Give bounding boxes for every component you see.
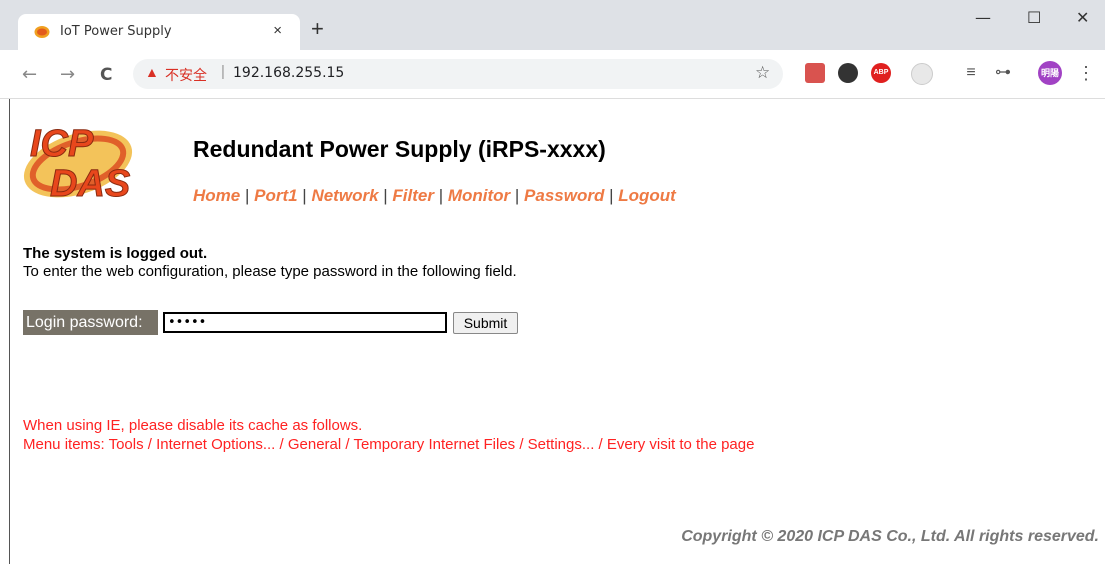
- logout-status: The system is logged out.: [23, 245, 208, 262]
- warning-triangle-icon[interactable]: ▲: [145, 64, 159, 80]
- ie-note-line1: When using IE, please disable its cache …: [23, 417, 363, 434]
- menu-password-link[interactable]: Password: [524, 186, 604, 205]
- screenshot-extension-icon[interactable]: [911, 63, 933, 85]
- close-window-icon[interactable]: ✕: [1076, 8, 1089, 27]
- browser-toolbar: ← → C ▲ 不安全 | 192.168.255.15 ☆ ABP ≡ ⊶ 明…: [0, 50, 1105, 99]
- bookmark-star-icon[interactable]: ☆: [755, 63, 770, 83]
- browser-tab-bar: IoT Power Supply × + — ☐ ✕: [0, 0, 1105, 50]
- reload-icon[interactable]: C: [100, 65, 112, 85]
- page-title: Redundant Power Supply (iRPS-xxxx): [193, 136, 606, 162]
- omnibox-separator: |: [221, 63, 225, 80]
- ie-cache-note: When using IE, please disable its cache …: [23, 416, 754, 454]
- icpdas-favicon-icon: [34, 26, 50, 38]
- menu-network-link[interactable]: Network: [311, 186, 378, 205]
- key-icon[interactable]: ⊶: [993, 63, 1013, 83]
- address-bar[interactable]: ▲ 不安全 | 192.168.255.15 ☆: [133, 59, 783, 89]
- security-warning[interactable]: 不安全: [165, 65, 207, 85]
- submit-button[interactable]: Submit: [453, 312, 518, 334]
- menu-dots-icon[interactable]: ⋮: [1076, 63, 1096, 83]
- adblock-plus-icon[interactable]: ABP: [871, 63, 891, 83]
- menu-home-link[interactable]: Home: [193, 186, 240, 205]
- logo-text-das: DAS: [50, 163, 130, 205]
- page-border: [9, 99, 10, 564]
- pdf-extension-icon[interactable]: [805, 63, 825, 83]
- icpdas-logo: ICP DAS: [23, 123, 133, 206]
- forward-icon[interactable]: →: [60, 64, 75, 85]
- reading-list-icon[interactable]: ≡: [961, 63, 981, 83]
- main-menu: Home | Port1 | Network | Filter | Monito…: [193, 186, 676, 206]
- menu-separator: |: [240, 186, 255, 205]
- menu-logout-link[interactable]: Logout: [618, 186, 676, 205]
- menu-separator: |: [510, 186, 525, 205]
- menu-separator: |: [604, 186, 619, 205]
- ie-note-line2: Menu items: Tools / Internet Options... …: [23, 436, 755, 453]
- browser-tab[interactable]: IoT Power Supply ×: [18, 14, 300, 50]
- login-hint: To enter the web configuration, please t…: [23, 263, 517, 280]
- minimize-icon[interactable]: —: [975, 8, 991, 27]
- menu-port1-link[interactable]: Port1: [254, 186, 297, 205]
- url-text[interactable]: 192.168.255.15: [233, 65, 344, 81]
- tab-close-icon[interactable]: ×: [273, 22, 282, 39]
- menu-separator: |: [433, 186, 448, 205]
- menu-separator: |: [378, 186, 393, 205]
- menu-filter-link[interactable]: Filter: [392, 186, 434, 205]
- ghostery-extension-icon[interactable]: [838, 63, 858, 83]
- profile-avatar[interactable]: 明陽: [1038, 61, 1062, 85]
- new-tab-icon[interactable]: +: [311, 18, 324, 40]
- logo-text-icp: ICP: [30, 123, 94, 165]
- copyright-notice: Copyright © 2020 ICP DAS Co., Ltd. All r…: [681, 528, 1099, 545]
- back-icon[interactable]: ←: [22, 64, 37, 85]
- login-password-label: Login password:: [23, 310, 158, 335]
- menu-separator: |: [297, 186, 312, 205]
- tab-title: IoT Power Supply: [60, 24, 172, 39]
- password-field[interactable]: [163, 312, 447, 333]
- menu-monitor-link[interactable]: Monitor: [448, 186, 510, 205]
- maximize-icon[interactable]: ☐: [1027, 8, 1041, 27]
